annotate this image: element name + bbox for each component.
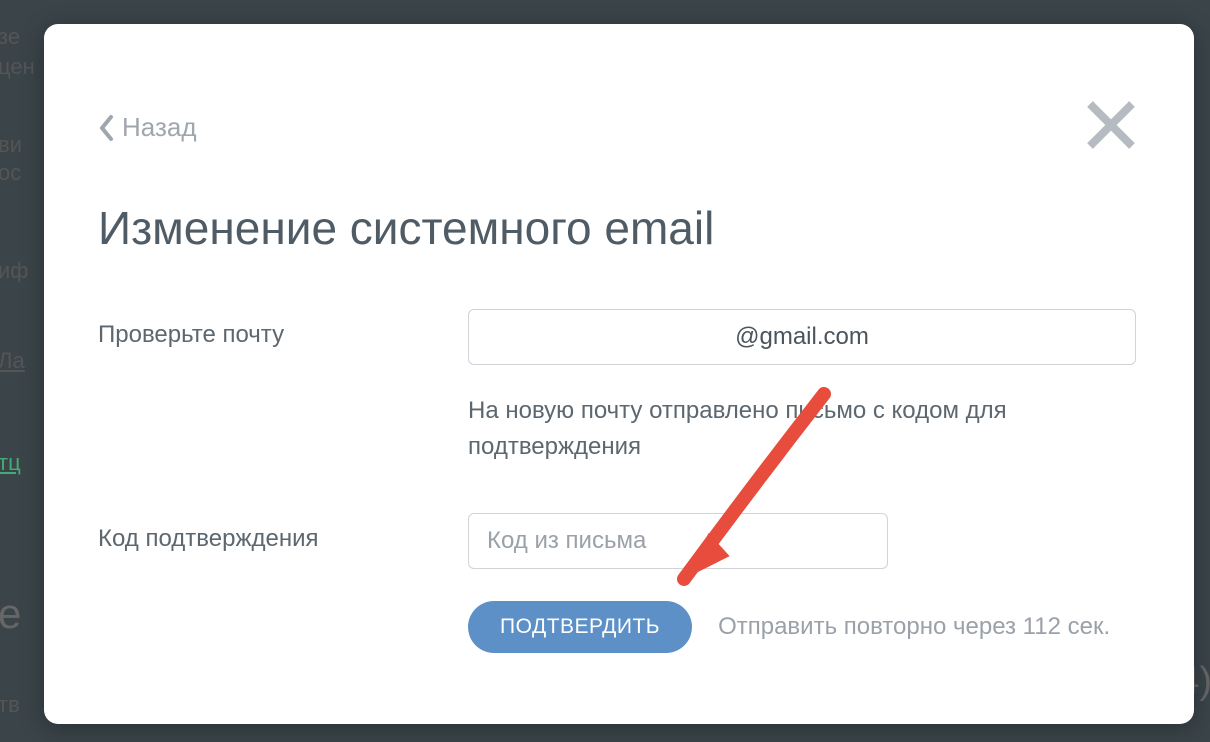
code-row: Код подтверждения ПОДТВЕРДИТЬ Отправить …: [98, 513, 1140, 653]
email-row: Проверьте почту На новую почту отправлен…: [98, 309, 1140, 465]
email-input[interactable]: [468, 309, 1136, 365]
change-email-dialog: Назад Изменение системного email Проверь…: [44, 24, 1194, 724]
email-label: Проверьте почту: [98, 309, 448, 349]
code-label: Код подтверждения: [98, 513, 448, 553]
code-input[interactable]: [468, 513, 888, 569]
email-helper-text: На новую почту отправлено письмо с кодом…: [468, 393, 1088, 465]
bg-fragment: цен: [0, 54, 35, 80]
back-button[interactable]: Назад: [98, 112, 197, 143]
dialog-title: Изменение системного email: [98, 201, 1140, 255]
confirm-button[interactable]: ПОДТВЕРДИТЬ: [468, 601, 692, 653]
bg-fragment: тв: [0, 692, 20, 718]
resend-countdown: Отправить повторно через 112 сек.: [718, 613, 1110, 641]
chevron-left-icon: [98, 114, 116, 142]
close-icon: [1084, 98, 1138, 152]
bg-fragment: Ла: [0, 348, 25, 374]
back-label: Назад: [122, 112, 197, 143]
bg-fragment: иф: [0, 258, 28, 284]
bg-fragment: е: [0, 590, 21, 638]
bg-fragment: зе: [0, 24, 20, 50]
bg-fragment: тц: [0, 450, 21, 476]
bg-fragment: ви: [0, 132, 22, 158]
bg-fragment: ос: [0, 160, 21, 186]
close-button[interactable]: [1084, 98, 1138, 152]
